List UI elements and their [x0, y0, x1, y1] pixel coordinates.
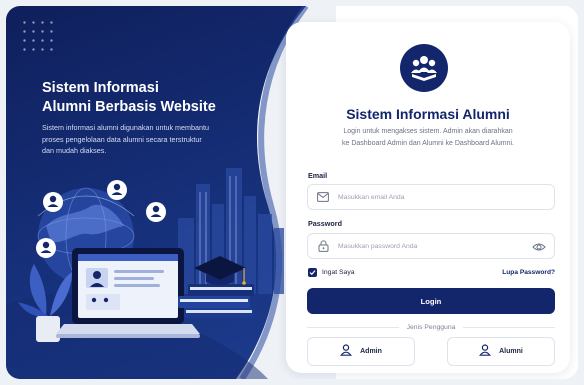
user-icon	[479, 343, 492, 361]
laptop	[56, 248, 200, 338]
login-button[interactable]: Login	[307, 288, 555, 314]
email-placeholder: Masukkan email Anda	[338, 193, 405, 201]
mail-icon	[316, 190, 330, 204]
hero-title: Sistem Informasi Alumni Berbasis Website	[42, 79, 242, 117]
password-placeholder: Masukkan password Anda	[338, 242, 418, 250]
role-admin-button[interactable]: Admin	[307, 337, 415, 366]
password-label: Password	[308, 219, 342, 228]
hero-title-line2: Alumni Berbasis Website	[42, 99, 216, 115]
lock-icon	[316, 239, 330, 253]
user-icon	[340, 343, 353, 361]
graduates-logo-icon	[400, 44, 448, 92]
hero-title-line1: Sistem Informasi	[42, 80, 159, 96]
card-title: Sistem Informasi Alumni	[346, 106, 510, 122]
remember-me[interactable]: Ingat Saya	[308, 268, 355, 277]
remember-checkbox[interactable]	[308, 268, 317, 277]
email-field[interactable]: Masukkan email Anda	[307, 184, 555, 210]
page-frame: Sistem Informasi Alumni Berbasis Website…	[6, 6, 578, 379]
role-alumni-label: Alumni	[499, 348, 523, 355]
forgot-password-link[interactable]: Lupa Password?	[502, 269, 555, 276]
divider-line-left	[307, 326, 399, 328]
role-admin-label: Admin	[360, 348, 382, 355]
password-field[interactable]: Masukkan password Anda	[307, 233, 555, 259]
login-card: Sistem Informasi Alumni Login untuk meng…	[286, 22, 570, 373]
divider-line-right	[463, 326, 555, 328]
remember-label: Ingat Saya	[322, 269, 355, 276]
role-alumni-button[interactable]: Alumni	[447, 337, 555, 366]
user-type-divider: Jenis Pengguna	[307, 322, 555, 332]
user-type-label: Jenis Pengguna	[406, 323, 456, 331]
card-subtitle: Login untuk mengakses sistem. Admin akan…	[342, 128, 514, 147]
email-label: Email	[308, 171, 328, 180]
check-icon	[309, 270, 316, 276]
hero-description: Sistem informasi alumni digunakan untuk …	[42, 123, 209, 155]
eye-icon[interactable]	[532, 240, 546, 254]
decorative-dots	[20, 18, 56, 54]
